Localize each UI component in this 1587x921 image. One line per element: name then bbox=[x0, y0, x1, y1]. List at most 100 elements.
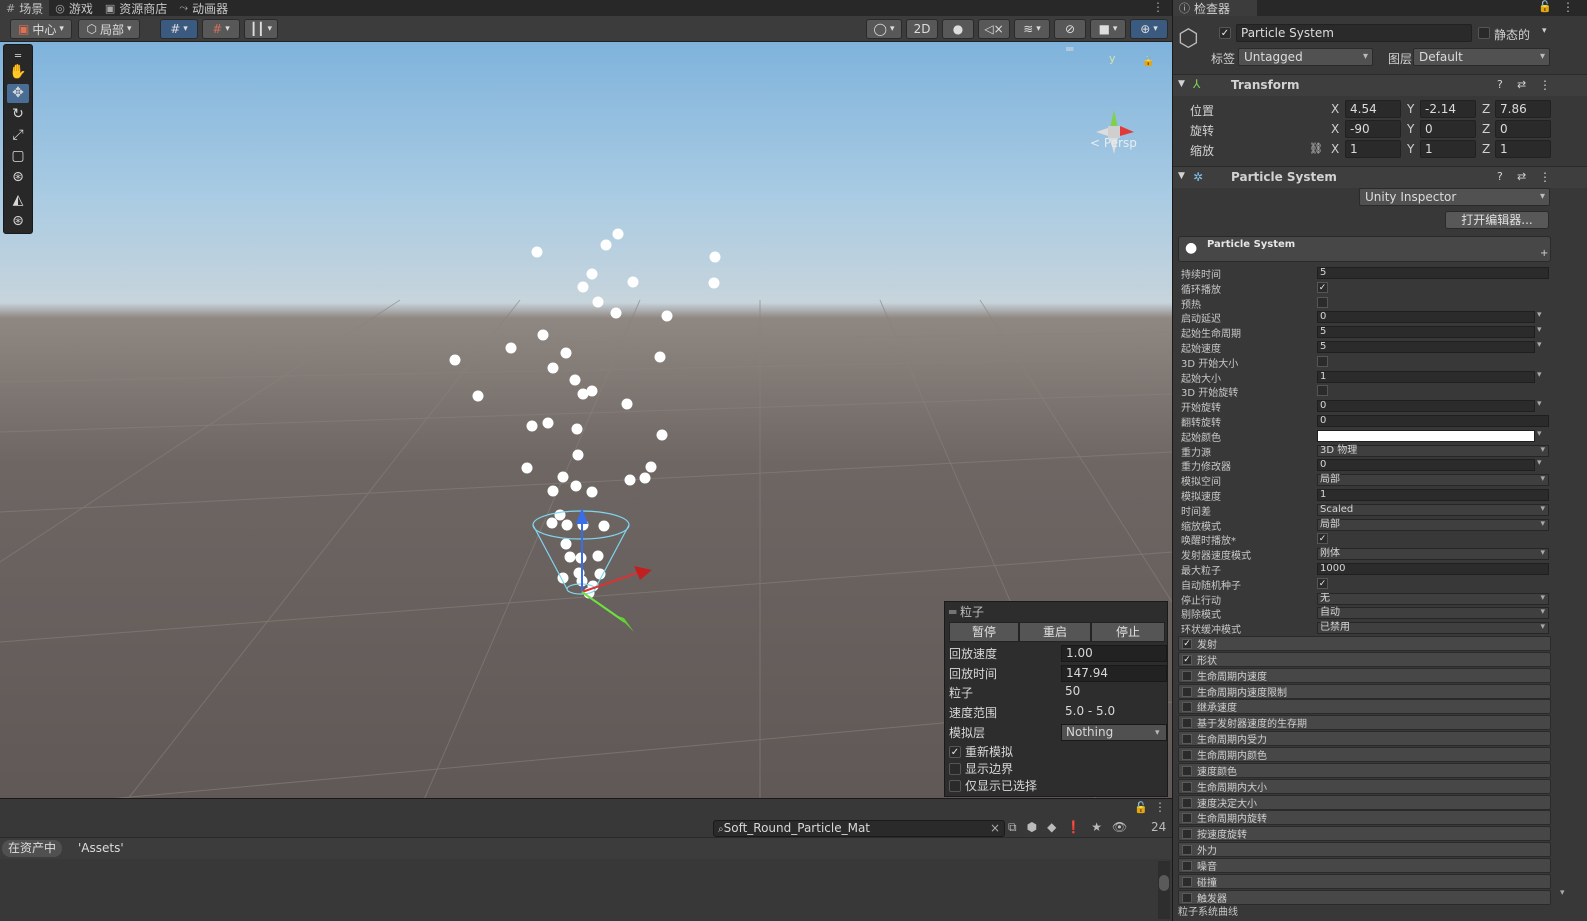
scrollbar-thumb[interactable] bbox=[1159, 875, 1169, 891]
rect-tool-icon[interactable]: ▢ bbox=[7, 147, 29, 166]
property-checkbox[interactable]: ✓ bbox=[1317, 282, 1328, 293]
chevron-down-icon[interactable]: ▾ bbox=[1542, 26, 1547, 36]
property-checkbox[interactable] bbox=[1317, 385, 1328, 396]
preset-icon[interactable]: ⇄ bbox=[1517, 78, 1526, 91]
scale-tool-icon[interactable]: ⤢ bbox=[7, 126, 29, 145]
hidden-objects-button[interactable]: ⊘ bbox=[1054, 19, 1086, 39]
position-z-field[interactable]: 7.86 bbox=[1495, 100, 1551, 118]
scrollbar[interactable] bbox=[1158, 861, 1170, 919]
move-tool-icon[interactable]: ✥ bbox=[7, 84, 29, 103]
effects-toggle-button[interactable]: ≋ ▾ bbox=[1014, 19, 1050, 39]
property-dropdown[interactable]: 已禁用 bbox=[1317, 622, 1549, 634]
inspector-mode-dropdown[interactable]: Unity Inspector bbox=[1359, 188, 1550, 206]
tab-inspector[interactable]: ⓘ 检查器 bbox=[1173, 0, 1257, 16]
property-checkbox[interactable] bbox=[1317, 356, 1328, 367]
active-checkbox[interactable]: ✓ bbox=[1219, 27, 1231, 39]
property-field[interactable]: 0 bbox=[1317, 311, 1535, 323]
label-icon[interactable]: ◆ bbox=[1047, 820, 1056, 837]
property-checkbox[interactable]: ✓ bbox=[1317, 578, 1328, 589]
tab-asset-store[interactable]: ▣ 资源商店 bbox=[99, 0, 173, 16]
property-field[interactable]: 5 bbox=[1317, 326, 1535, 338]
custom-tool-icon[interactable]: ◭ bbox=[7, 191, 29, 210]
chevron-down-icon[interactable]: ▾ bbox=[1537, 340, 1542, 350]
more-menu-icon[interactable]: ⋮ bbox=[1154, 800, 1166, 814]
module-row[interactable]: 生命周期内颜色 bbox=[1178, 747, 1551, 762]
preset-icon[interactable]: ⇄ bbox=[1517, 170, 1526, 183]
property-field[interactable]: 5 bbox=[1317, 341, 1535, 353]
module-row[interactable]: 继承速度 bbox=[1178, 699, 1551, 714]
visibility-eye-icon[interactable]: 👁 bbox=[1112, 820, 1127, 837]
scale-y-field[interactable]: 1 bbox=[1420, 140, 1476, 158]
property-dropdown[interactable]: 局部 bbox=[1317, 474, 1549, 486]
more-menu-icon[interactable]: ⋮ bbox=[1539, 170, 1551, 184]
audio-toggle-button[interactable]: ◁× bbox=[978, 19, 1010, 39]
scale-x-field[interactable]: 1 bbox=[1345, 140, 1401, 158]
module-row[interactable]: ✓ 发射 bbox=[1178, 636, 1551, 651]
space-dropdown[interactable]: ⬡ 局部 ▾ bbox=[78, 19, 140, 39]
help-icon[interactable]: ? bbox=[1497, 170, 1503, 183]
rotation-z-field[interactable]: 0 bbox=[1495, 120, 1551, 138]
module-checkbox[interactable] bbox=[1182, 686, 1192, 697]
favorite-star-icon[interactable]: ★ bbox=[1091, 820, 1102, 837]
property-field[interactable]: 0 bbox=[1317, 459, 1535, 471]
module-row[interactable]: 基于发射器速度的生存期 bbox=[1178, 715, 1551, 730]
chevron-down-icon[interactable]: ▾ bbox=[1537, 370, 1542, 380]
sim-layer-dropdown[interactable]: Nothing bbox=[1061, 724, 1167, 741]
lock-icon[interactable]: 🔒 bbox=[1142, 56, 1154, 67]
inspector-scrollbar[interactable] bbox=[1560, 0, 1566, 921]
ruler-button[interactable]: ┃┃ ▾ bbox=[244, 19, 278, 39]
module-row[interactable]: 生命周期内速度 bbox=[1178, 668, 1551, 683]
property-dropdown[interactable]: 局部 bbox=[1317, 519, 1549, 531]
object-name-field[interactable]: Particle System bbox=[1236, 24, 1472, 42]
module-row[interactable]: 速度决定大小 bbox=[1178, 795, 1551, 810]
static-checkbox[interactable] bbox=[1478, 27, 1490, 39]
help-icon[interactable]: ? bbox=[1497, 78, 1503, 91]
overlay-handle-icon[interactable]: ═ bbox=[1066, 42, 1073, 56]
rotate-tool-icon[interactable]: ↻ bbox=[7, 105, 29, 124]
module-checkbox[interactable] bbox=[1182, 812, 1192, 823]
scroll-down-icon[interactable]: ▾ bbox=[1560, 888, 1565, 898]
property-checkbox[interactable] bbox=[1317, 297, 1328, 308]
in-assets-toggle[interactable]: 在资产中 bbox=[2, 840, 63, 857]
more-menu-icon[interactable]: ⋮ bbox=[1152, 0, 1164, 14]
tab-scene[interactable]: # 场景 bbox=[0, 0, 50, 16]
grid-snap-button[interactable]: # ▾ bbox=[160, 19, 198, 39]
module-row[interactable]: 噪音 bbox=[1178, 858, 1551, 873]
collider-tool-icon[interactable]: ⊛ bbox=[7, 212, 29, 231]
property-dropdown[interactable]: 刚体 bbox=[1317, 548, 1549, 560]
module-checkbox[interactable] bbox=[1182, 781, 1192, 792]
lock-icon[interactable]: 🔓 bbox=[1134, 801, 1148, 814]
module-row[interactable]: 生命周期内速度限制 bbox=[1178, 684, 1551, 699]
scale-z-field[interactable]: 1 bbox=[1495, 140, 1551, 158]
foldout-arrow-icon[interactable]: ▼ bbox=[1178, 79, 1185, 89]
transform-tool-icon[interactable]: ⊛ bbox=[7, 168, 29, 187]
property-field[interactable]: 0 bbox=[1317, 415, 1549, 427]
property-dropdown[interactable]: 3D 物理 bbox=[1317, 445, 1549, 457]
module-row[interactable]: 生命周期内旋转 bbox=[1178, 810, 1551, 825]
property-field[interactable]: 1 bbox=[1317, 489, 1549, 501]
module-checkbox[interactable] bbox=[1182, 701, 1192, 712]
property-dropdown[interactable]: 自动 bbox=[1317, 607, 1549, 619]
filter-type-icon[interactable]: ⬢ bbox=[1027, 820, 1037, 837]
module-checkbox[interactable] bbox=[1182, 670, 1192, 681]
lock-icon[interactable]: 🔓 bbox=[1538, 0, 1552, 13]
rotation-x-field[interactable]: -90 bbox=[1345, 120, 1401, 138]
property-checkbox[interactable]: ✓ bbox=[1317, 533, 1328, 544]
warning-icon[interactable]: ❗ bbox=[1066, 820, 1081, 837]
module-checkbox[interactable] bbox=[1182, 733, 1192, 744]
hand-tool-icon[interactable]: ✋ bbox=[7, 63, 29, 82]
property-field[interactable]: 0 bbox=[1317, 400, 1535, 412]
module-row[interactable]: 按速度旋转 bbox=[1178, 826, 1551, 841]
orientation-gizmo[interactable] bbox=[1086, 100, 1146, 160]
gizmos-button[interactable]: ⊕ ▾ bbox=[1130, 19, 1168, 39]
property-dropdown[interactable]: 无 bbox=[1317, 593, 1549, 605]
module-checkbox[interactable] bbox=[1182, 765, 1192, 776]
module-checkbox[interactable] bbox=[1182, 797, 1192, 808]
clear-search-icon[interactable]: × bbox=[990, 821, 1000, 836]
stop-button[interactable]: 停止 bbox=[1091, 622, 1165, 642]
search-input[interactable]: ⌕Soft_Round_Particle_Mat × bbox=[713, 820, 1005, 837]
chevron-down-icon[interactable]: ▾ bbox=[1537, 310, 1542, 320]
playback-speed-field[interactable]: 1.00 bbox=[1061, 645, 1167, 662]
module-checkbox[interactable] bbox=[1182, 860, 1192, 871]
layer-dropdown[interactable]: Default bbox=[1413, 48, 1550, 66]
